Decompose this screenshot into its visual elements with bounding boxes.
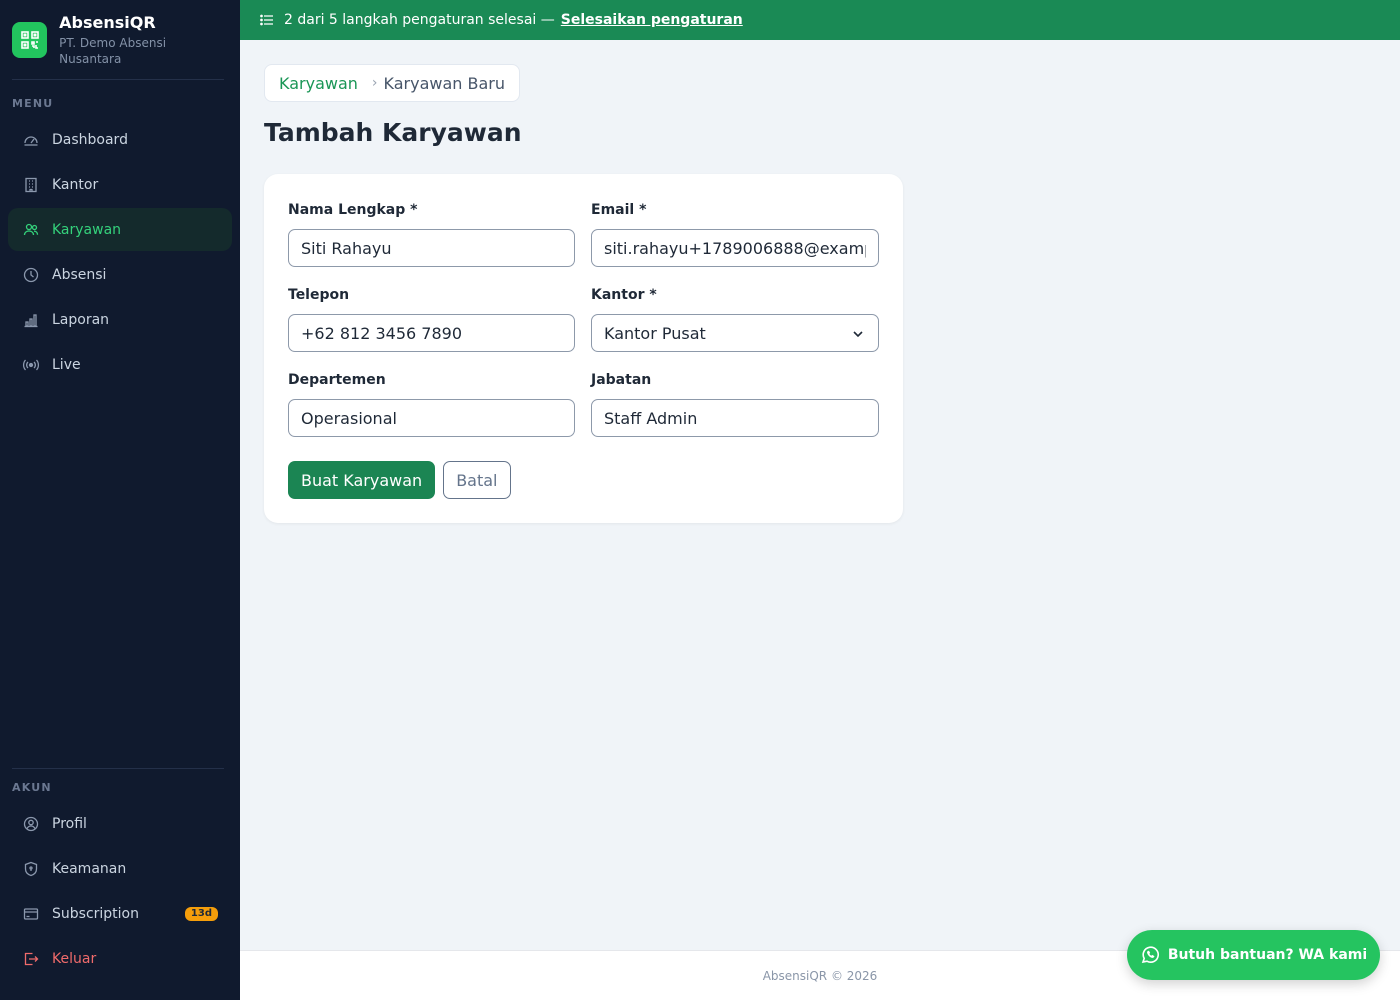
nama-input[interactable] <box>288 229 575 267</box>
sidebar: AbsensiQR PT. Demo Absensi Nusantara MEN… <box>0 0 240 1000</box>
email-label: Email * <box>591 202 647 218</box>
setup-banner: 2 dari 5 langkah pengaturan selesai — Se… <box>240 0 1400 40</box>
users-icon <box>22 221 40 239</box>
breadcrumb: Karyawan › Karyawan Baru <box>264 64 520 102</box>
nama-field-group: Nama Lengkap * <box>288 200 575 285</box>
nama-label: Nama Lengkap * <box>288 202 418 218</box>
whatsapp-icon <box>1140 945 1160 965</box>
kantor-selected-value: Kantor Pusat <box>604 323 706 343</box>
sidebar-item-live[interactable]: Live <box>8 343 232 386</box>
employee-form-card: Nama Lengkap * Email * Telepon Kantor * … <box>264 174 903 523</box>
sidebar-item-keamanan[interactable]: Keamanan <box>8 847 232 890</box>
brand-name: AbsensiQR <box>59 13 156 32</box>
menu-section-label: MENU <box>12 97 54 110</box>
broadcast-icon <box>22 356 40 374</box>
whatsapp-help-button[interactable]: Butuh bantuan? WA kami <box>1127 930 1380 980</box>
kantor-field-group: Kantor * Kantor Pusat <box>591 285 879 370</box>
account-nav: Profil Keamanan Subscription 13d Keluar <box>0 802 240 980</box>
building-icon <box>22 176 40 194</box>
departemen-field-group: Departemen <box>288 370 575 455</box>
sidebar-item-laporan[interactable]: Laporan <box>8 298 232 341</box>
kantor-label: Kantor * <box>591 287 657 303</box>
create-employee-button[interactable]: Buat Karyawan <box>288 461 436 499</box>
sidebar-item-label: Subscription <box>52 905 139 922</box>
telepon-input[interactable] <box>288 314 575 352</box>
list-icon <box>260 13 274 27</box>
sidebar-item-label: Live <box>52 356 81 373</box>
complete-setup-link[interactable]: Selesaikan pengaturan <box>561 12 743 28</box>
shield-icon <box>22 860 40 878</box>
qr-code-icon <box>12 22 48 58</box>
akun-section-label: AKUN <box>12 781 52 794</box>
jabatan-label: Jabatan <box>591 372 652 388</box>
gauge-icon <box>22 131 40 149</box>
sidebar-item-dashboard[interactable]: Dashboard <box>8 118 232 161</box>
sidebar-item-subscription[interactable]: Subscription 13d <box>8 892 232 935</box>
sidebar-item-profil[interactable]: Profil <box>8 802 232 845</box>
sidebar-item-label: Profil <box>52 815 87 832</box>
departemen-input[interactable] <box>288 399 575 437</box>
credit-card-icon <box>22 905 40 923</box>
sidebar-item-label: Keamanan <box>52 860 127 877</box>
setup-banner-text: 2 dari 5 langkah pengaturan selesai — <box>284 12 555 28</box>
email-input[interactable] <box>591 229 879 267</box>
akun-section: AKUN Profil Keamanan Subscription 13d Ke… <box>0 781 240 982</box>
whatsapp-help-label: Butuh bantuan? WA kami <box>1167 947 1368 963</box>
subscription-badge: 13d <box>184 906 218 921</box>
main-nav: Dashboard Kantor Karyawan Absensi Lapora… <box>0 118 240 386</box>
breadcrumb-current: Karyawan Baru <box>383 73 505 93</box>
brand-org: PT. Demo Absensi Nusantara <box>59 36 167 66</box>
page-title: Tambah Karyawan <box>264 118 522 147</box>
sidebar-item-label: Dashboard <box>52 131 128 148</box>
brand: AbsensiQR PT. Demo Absensi Nusantara <box>0 0 240 80</box>
breadcrumb-karyawan-link[interactable]: Karyawan <box>279 74 358 93</box>
jabatan-input[interactable] <box>591 399 879 437</box>
sidebar-item-label: Laporan <box>52 311 110 328</box>
kantor-select-wrapper: Kantor Pusat <box>591 314 879 352</box>
sidebar-item-label: Absensi <box>52 266 107 283</box>
breadcrumb-separator: › <box>371 75 378 91</box>
clock-icon <box>22 266 40 284</box>
chevron-down-icon <box>851 326 865 340</box>
sidebar-item-label: Kantor <box>52 176 99 193</box>
footer-copyright: AbsensiQR © 2026 <box>762 968 878 983</box>
departemen-label: Departemen <box>288 372 386 388</box>
sidebar-item-kantor[interactable]: Kantor <box>8 163 232 206</box>
telepon-label: Telepon <box>288 287 350 303</box>
sidebar-item-absensi[interactable]: Absensi <box>8 253 232 296</box>
akun-divider <box>12 768 224 769</box>
cancel-button[interactable]: Batal <box>443 461 511 499</box>
sidebar-item-keluar[interactable]: Keluar <box>8 937 232 980</box>
sidebar-item-karyawan[interactable]: Karyawan <box>8 208 232 251</box>
sidebar-item-label: Keluar <box>52 950 97 967</box>
sidebar-item-label: Karyawan <box>52 221 122 238</box>
form-actions: Buat Karyawan Batal <box>288 461 879 499</box>
jabatan-field-group: Jabatan <box>591 370 879 455</box>
main-content: Karyawan › Karyawan Baru Tambah Karyawan… <box>240 40 1400 950</box>
bar-chart-icon <box>22 311 40 329</box>
user-circle-icon <box>22 815 40 833</box>
email-field-group: Email * <box>591 200 879 285</box>
brand-divider <box>12 79 224 80</box>
employee-form: Nama Lengkap * Email * Telepon Kantor * … <box>288 200 879 455</box>
kantor-select[interactable]: Kantor Pusat <box>591 314 879 352</box>
logout-icon <box>22 950 40 968</box>
telepon-field-group: Telepon <box>288 285 575 370</box>
